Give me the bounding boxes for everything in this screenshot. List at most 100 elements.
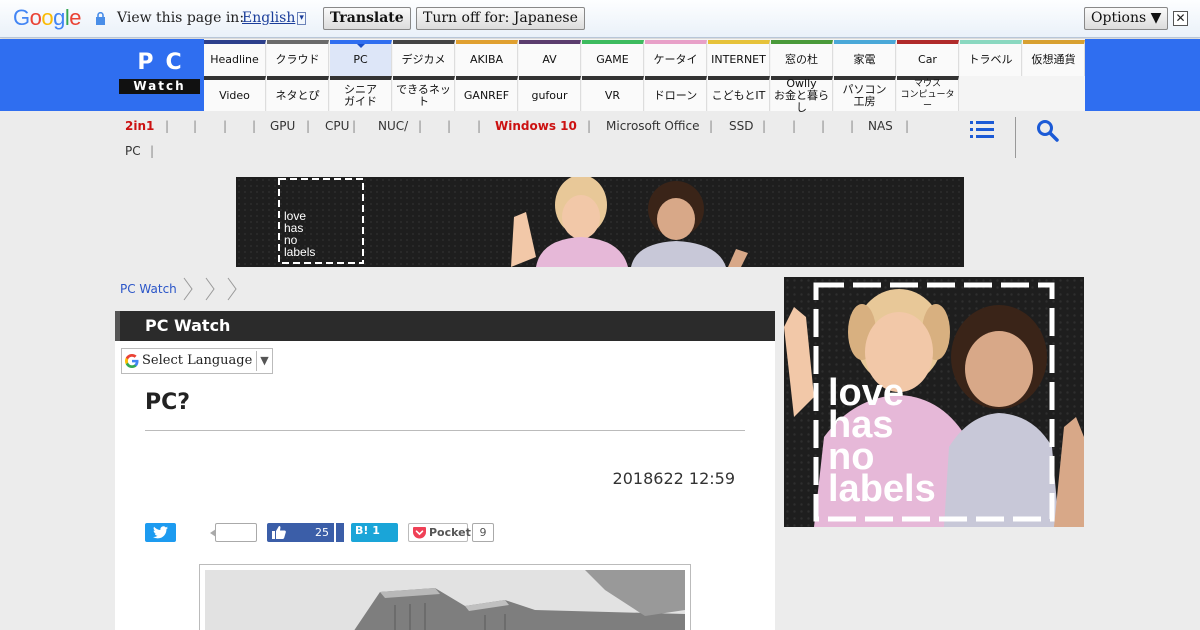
building-photo <box>205 570 685 630</box>
subnav-separator: | <box>850 119 855 133</box>
banner-ad-text: love has no labels <box>284 209 316 259</box>
facebook-like-button[interactable]: 25 <box>267 523 344 542</box>
subnav-separator: | <box>352 119 357 133</box>
nav-tab[interactable]: トラベル <box>960 40 1022 76</box>
translate-button[interactable]: Translate <box>323 7 411 30</box>
nav-tab[interactable]: ケータイ <box>645 40 707 76</box>
nav-tab[interactable]: VR <box>582 76 644 111</box>
subnav-separator: | <box>165 119 170 133</box>
nav-tab[interactable]: 窓の杜 <box>771 40 833 76</box>
nav-tab[interactable]: こどもとIT <box>708 76 770 111</box>
banner-ad[interactable]: love has no labels <box>236 177 964 267</box>
subnav-link[interactable]: NAS <box>868 118 893 135</box>
site-logo[interactable]: PC Watch <box>115 39 204 111</box>
pocket-icon <box>413 527 426 539</box>
select-language-label: Select Language <box>142 353 253 368</box>
nav-tab[interactable]: ドローン <box>645 76 707 111</box>
nav-tab[interactable]: Headline <box>204 40 266 76</box>
subnav-link[interactable]: SSD <box>729 118 753 135</box>
nav-divider <box>1015 117 1016 158</box>
subnav-separator: | <box>709 119 714 133</box>
turn-off-button[interactable]: Turn off for: Japanese <box>416 7 585 30</box>
subnav-link[interactable]: Windows 10 <box>495 118 577 135</box>
chevron-right-icon <box>205 277 215 301</box>
google-logo-letter: g <box>53 5 65 30</box>
subnav-link[interactable]: GPU <box>270 118 295 135</box>
subnav-separator: | <box>447 119 452 133</box>
subnav-link[interactable]: Microsoft Office <box>606 118 699 135</box>
pocket-button[interactable]: Pocket <box>408 523 471 542</box>
language-value: English <box>242 10 296 26</box>
subnav-separator: | <box>905 119 910 133</box>
pocket-label: Pocket <box>429 526 471 539</box>
google-logo-letter: o <box>41 5 54 30</box>
nav-tab[interactable]: AV <box>519 40 581 76</box>
hatena-label: B! 1 <box>355 524 380 537</box>
nav-tab[interactable]: 仮想通貨 <box>1023 40 1085 76</box>
search-icon[interactable] <box>1036 119 1060 143</box>
article-panel: PC Watch Select Language ▼ PC? 2018622 1… <box>115 311 775 630</box>
nav-tab[interactable]: ネタとぴ <box>267 76 329 111</box>
subnav-link[interactable]: 2in1 <box>125 118 154 135</box>
breadcrumb: PC Watch <box>120 277 237 301</box>
google-logo-letter: e <box>69 5 82 30</box>
twitter-share-button[interactable] <box>145 523 176 542</box>
google-logo: Google <box>13 5 82 30</box>
translate-bar: Google View this page in: English ▾ Trans… <box>0 0 1200 38</box>
nav-tab[interactable]: PC <box>330 40 392 76</box>
twitter-icon <box>153 526 168 539</box>
subnav-separator: | <box>306 119 311 133</box>
article-date: 2018622 12:59 <box>612 469 735 488</box>
nav-tab[interactable]: GANREF <box>456 76 518 111</box>
section-header: PC Watch <box>115 311 775 341</box>
google-logo-letter: o <box>29 5 42 30</box>
subnav-link[interactable]: PC <box>125 143 141 160</box>
twitter-count <box>210 523 257 542</box>
breadcrumb-home[interactable]: PC Watch <box>120 282 177 296</box>
chevron-down-icon: ▼ <box>256 351 272 371</box>
side-ad[interactable]: love has no labels <box>784 277 1084 527</box>
nav-tab[interactable]: できるネット <box>393 76 455 111</box>
title-divider <box>145 430 745 431</box>
nav-tab[interactable]: Video <box>204 76 266 111</box>
nav-tab[interactable]: クラウド <box>267 40 329 76</box>
subnav-link[interactable]: NUC/ <box>378 118 408 135</box>
chevron-down-icon: ▾ <box>297 12 306 25</box>
nav-tab[interactable]: AKIBA <box>456 40 518 76</box>
nav-tab[interactable]: パソコン 工房 <box>834 76 896 111</box>
nav-tab[interactable]: INTERNET <box>708 40 770 76</box>
nav-tab[interactable]: デジカメ <box>393 40 455 76</box>
options-button[interactable]: Options ▼ <box>1084 7 1169 30</box>
select-language-dropdown[interactable]: Select Language ▼ <box>121 348 273 374</box>
subnav-link[interactable]: CPU <box>325 118 349 135</box>
nav-tab[interactable]: 家電 <box>834 40 896 76</box>
subnav-separator: | <box>150 144 155 158</box>
nav-tab[interactable]: Car <box>897 40 959 76</box>
nav-tab[interactable]: GAME <box>582 40 644 76</box>
hatena-bookmark-button[interactable]: B! 1 <box>351 523 398 542</box>
subnav-separator: | <box>821 119 826 133</box>
menu-icon[interactable] <box>970 120 994 140</box>
banner-ad-image <box>236 177 964 267</box>
nav-tab[interactable]: シニア ガイド <box>330 76 392 111</box>
thumbs-up-icon <box>272 526 286 539</box>
nav-tab[interactable]: Owlly お金と暮らし <box>771 76 833 113</box>
subnav-separator: | <box>587 119 592 133</box>
article-title: PC? <box>145 390 191 415</box>
nav-tab[interactable]: gufour <box>519 76 581 111</box>
facebook-count: 25 <box>315 526 329 539</box>
language-select[interactable]: English ▾ <box>242 10 306 26</box>
subnav-separator: | <box>792 119 797 133</box>
subnav-separator: | <box>193 119 198 133</box>
pocket-count: 9 <box>472 523 494 542</box>
article-photo[interactable] <box>199 564 691 630</box>
lock-icon <box>96 12 105 25</box>
close-icon[interactable]: ✕ <box>1173 11 1188 26</box>
subnav-separator: | <box>252 119 257 133</box>
nav-tab[interactable]: マウス コンピューター <box>897 76 959 111</box>
subnav-separator: | <box>477 119 482 133</box>
logo-pc: PC <box>137 50 194 75</box>
google-logo-letter: G <box>13 5 30 30</box>
view-page-label: View this page in: <box>117 10 245 26</box>
subnav-separator: | <box>418 119 423 133</box>
